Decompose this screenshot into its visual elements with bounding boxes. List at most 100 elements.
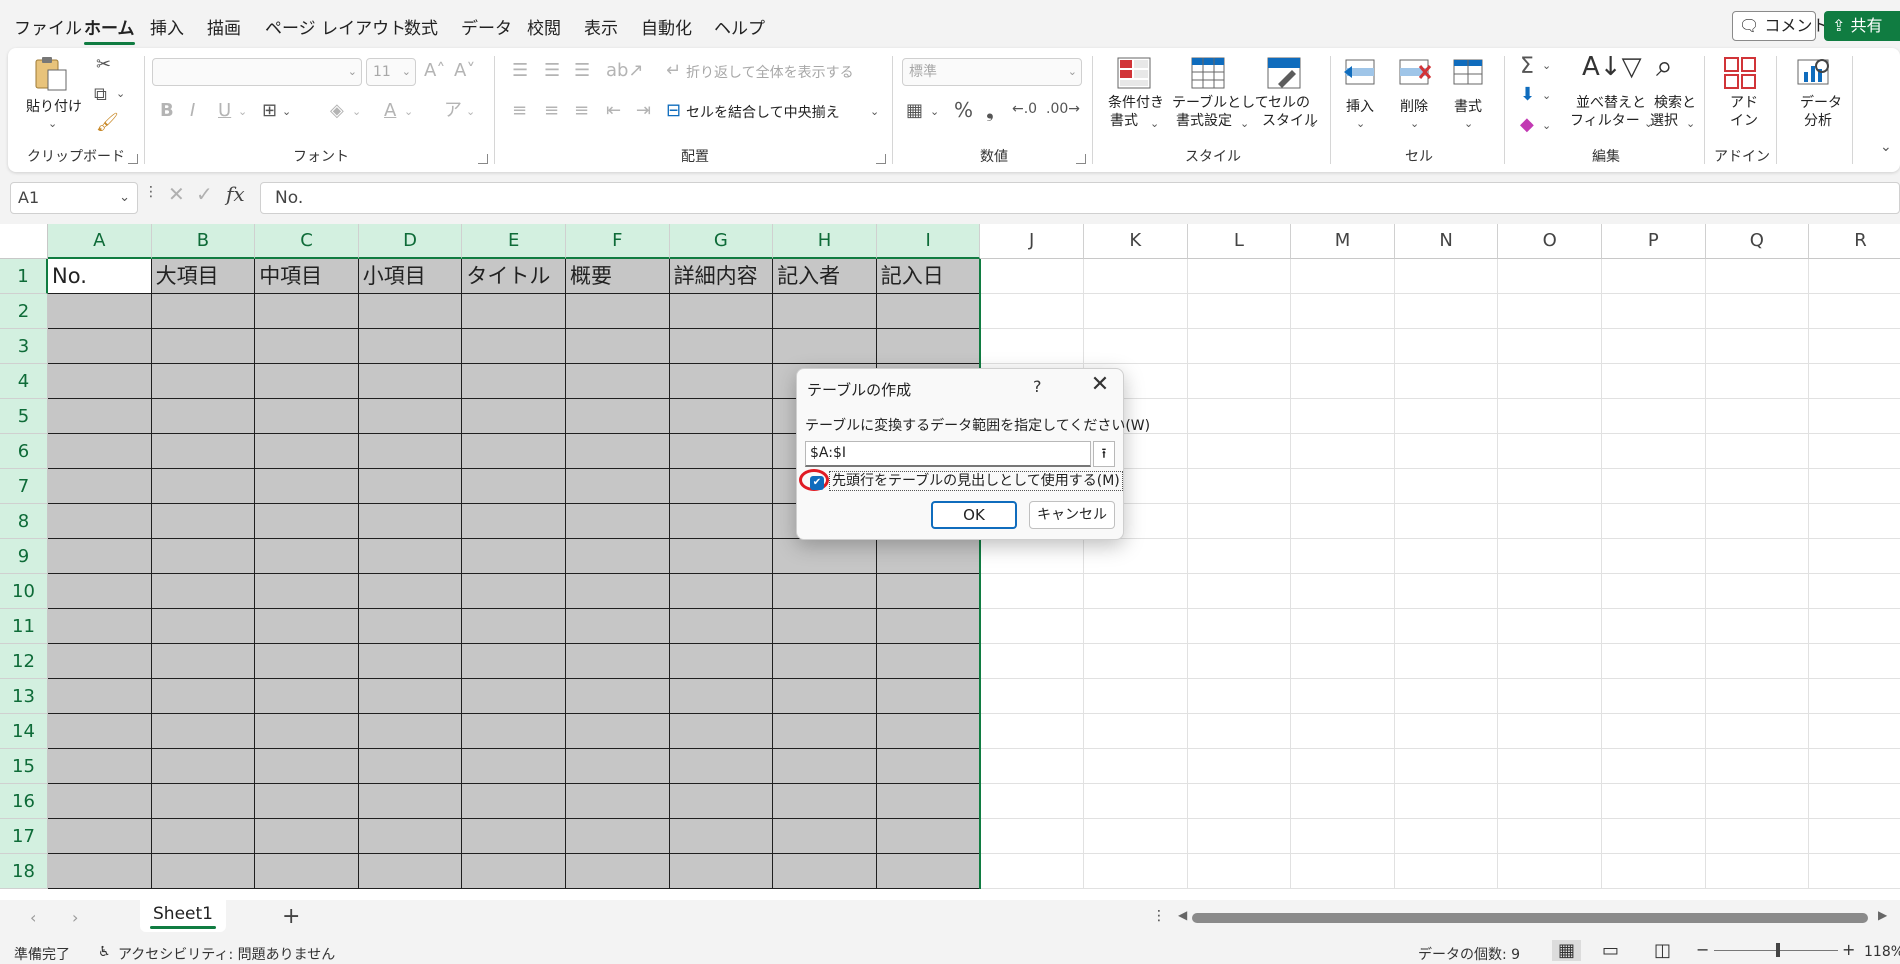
cell-k18[interactable] — [1084, 854, 1188, 889]
cell-r2[interactable] — [1809, 294, 1900, 329]
cell-o6[interactable] — [1498, 434, 1602, 469]
cell-styles-label-1[interactable]: セルの — [1268, 94, 1310, 112]
cell-k16[interactable] — [1084, 784, 1188, 819]
merge-center-button[interactable]: セルを結合して中央揃え — [686, 104, 840, 122]
cell-o11[interactable] — [1498, 609, 1602, 644]
cell-q5[interactable] — [1705, 399, 1810, 434]
number-launcher-icon[interactable] — [1076, 154, 1086, 164]
zoom-level[interactable]: 118% — [1864, 944, 1900, 960]
close-icon[interactable]: ✕ — [1087, 372, 1113, 398]
cell-a16[interactable] — [48, 784, 152, 819]
cell-m11[interactable] — [1291, 609, 1395, 644]
zoom-in-icon[interactable]: + — [1842, 940, 1855, 959]
row-header-3[interactable]: 3 — [0, 329, 48, 364]
cell-c3[interactable] — [255, 329, 359, 364]
copy-dropdown-icon[interactable]: ⌄ — [116, 88, 125, 99]
column-header-a[interactable]: A — [48, 224, 152, 259]
sort-filter-label-1[interactable]: 並べ替えと — [1576, 94, 1646, 112]
cell-a14[interactable] — [48, 714, 152, 749]
cut-icon[interactable]: ✂ — [96, 56, 111, 74]
cell-f1[interactable]: 概要 — [566, 259, 670, 294]
cell-n17[interactable] — [1394, 819, 1499, 854]
cell-h9[interactable] — [773, 539, 877, 574]
cell-n12[interactable] — [1394, 644, 1499, 679]
cell-l8[interactable] — [1187, 504, 1292, 539]
cell-o12[interactable] — [1498, 644, 1602, 679]
format-painter-icon[interactable]: 🖌 — [96, 114, 119, 132]
format-as-table-icon[interactable] — [1190, 56, 1226, 90]
cell-r14[interactable] — [1809, 714, 1900, 749]
zoom-out-icon[interactable]: − — [1696, 940, 1709, 959]
cell-l5[interactable] — [1187, 399, 1292, 434]
cell-p15[interactable] — [1602, 749, 1706, 784]
cell-a2[interactable] — [48, 294, 152, 329]
cell-q4[interactable] — [1705, 364, 1810, 399]
cell-g10[interactable] — [669, 574, 774, 609]
cell-k15[interactable] — [1084, 749, 1188, 784]
cell-l18[interactable] — [1187, 854, 1292, 889]
cell-g17[interactable] — [669, 819, 774, 854]
cell-b6[interactable] — [151, 434, 256, 469]
cell-g16[interactable] — [669, 784, 774, 819]
conditional-format-label-1[interactable]: 条件付き — [1108, 94, 1164, 112]
cell-d10[interactable] — [358, 574, 463, 609]
align-top-icon[interactable]: ☰ — [512, 62, 528, 80]
cell-g4[interactable] — [669, 364, 774, 399]
cell-e2[interactable] — [462, 294, 566, 329]
cell-e4[interactable] — [462, 364, 566, 399]
cell-e3[interactable] — [462, 329, 566, 364]
align-middle-icon[interactable]: ☰ — [544, 62, 560, 80]
cell-g8[interactable] — [669, 504, 774, 539]
accessibility-status[interactable]: アクセシビリティ: 問題ありません — [118, 944, 335, 964]
cell-g2[interactable] — [669, 294, 774, 329]
help-icon[interactable]: ? — [1033, 377, 1042, 396]
cell-p1[interactable] — [1602, 259, 1706, 294]
delete-cells-icon[interactable] — [1396, 56, 1432, 90]
cell-o13[interactable] — [1498, 679, 1602, 714]
align-bottom-icon[interactable]: ☰ — [574, 62, 590, 80]
column-header-g[interactable]: G — [669, 224, 774, 259]
cell-c11[interactable] — [255, 609, 359, 644]
cell-o9[interactable] — [1498, 539, 1602, 574]
cell-p11[interactable] — [1602, 609, 1706, 644]
cell-d16[interactable] — [358, 784, 463, 819]
cell-p10[interactable] — [1602, 574, 1706, 609]
cell-h17[interactable] — [773, 819, 877, 854]
cell-d5[interactable] — [358, 399, 463, 434]
cell-e8[interactable] — [462, 504, 566, 539]
cell-p5[interactable] — [1602, 399, 1706, 434]
cell-i12[interactable] — [876, 644, 981, 679]
cell-g5[interactable] — [669, 399, 774, 434]
cell-l4[interactable] — [1187, 364, 1292, 399]
cell-o3[interactable] — [1498, 329, 1602, 364]
addins-label-1[interactable]: アド — [1730, 94, 1758, 112]
cell-q13[interactable] — [1705, 679, 1810, 714]
find-select-label-1[interactable]: 検索と — [1654, 94, 1696, 112]
format-as-table-label-1[interactable]: テーブルとして — [1172, 94, 1269, 112]
cell-l13[interactable] — [1187, 679, 1292, 714]
next-sheet-icon[interactable]: › — [72, 908, 78, 927]
find-select-icon[interactable]: ⌕ — [1656, 52, 1673, 82]
prev-sheet-icon[interactable]: ‹ — [30, 908, 36, 927]
fill-color-dropdown-icon[interactable]: ⌄ — [352, 106, 361, 117]
column-header-n[interactable]: N — [1394, 224, 1499, 259]
cell-l2[interactable] — [1187, 294, 1292, 329]
chevron-down-icon[interactable]: ⌄ — [1240, 118, 1249, 129]
cell-d13[interactable] — [358, 679, 463, 714]
cell-e9[interactable] — [462, 539, 566, 574]
chevron-down-icon[interactable]: ⌄ — [1150, 118, 1159, 129]
row-header-14[interactable]: 14 — [0, 714, 48, 749]
cell-r1[interactable] — [1809, 259, 1900, 294]
align-right-icon[interactable]: ≡ — [574, 102, 589, 120]
row-header-11[interactable]: 11 — [0, 609, 48, 644]
cell-b7[interactable] — [151, 469, 256, 504]
cell-q12[interactable] — [1705, 644, 1810, 679]
fill-color-icon[interactable]: ◈ — [330, 102, 344, 120]
cell-f13[interactable] — [566, 679, 670, 714]
cell-f4[interactable] — [566, 364, 670, 399]
cell-e5[interactable] — [462, 399, 566, 434]
chevron-down-icon[interactable]: ⌄ — [1308, 118, 1317, 129]
column-header-q[interactable]: Q — [1705, 224, 1810, 259]
autosum-dropdown-icon[interactable]: ⌄ — [1542, 60, 1551, 71]
cell-q1[interactable] — [1705, 259, 1810, 294]
